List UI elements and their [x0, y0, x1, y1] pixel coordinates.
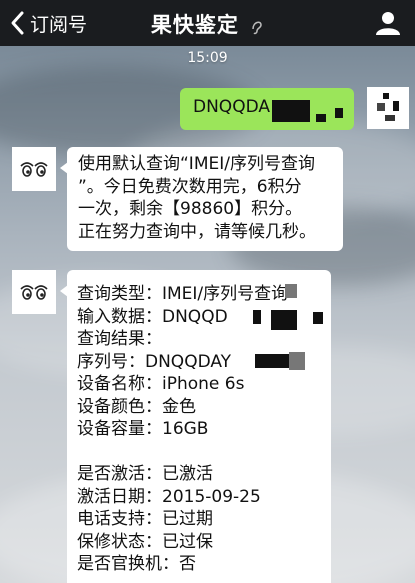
redaction-mark — [253, 310, 261, 324]
outgoing-message-text: DNQQDA — [193, 97, 270, 117]
message-line: 正在努力查询中，请等候几秒。 — [78, 221, 316, 242]
redaction-mark — [272, 100, 310, 122]
user-profile-icon[interactable] — [375, 10, 401, 36]
redaction-mark — [335, 108, 343, 118]
owl-eyes-icon — [20, 285, 48, 300]
result-activated: 是否激活：已激活 — [77, 464, 213, 484]
user-avatar[interactable] — [367, 87, 409, 129]
result-device-color: 设备颜色：金色 — [77, 396, 196, 417]
owl-eyes-icon — [20, 162, 48, 177]
result-official-replacement: 是否官换机：否 — [77, 554, 196, 574]
bot-avatar[interactable] — [12, 147, 56, 191]
result-warranty-status: 保修状态：已过保 — [77, 531, 213, 552]
result-activation-date: 激活日期：2015-09-25 — [77, 486, 261, 507]
redaction-mark — [313, 312, 323, 324]
message-line: ”。今日免费次数用完，6积分 — [78, 176, 302, 197]
page-title-text: 果快鉴定 — [150, 13, 239, 37]
incoming-message-bubble[interactable]: 使用默认查询“IMEI/序列号查询 ”。今日免费次数用完，6积分 一次，剩余【9… — [67, 147, 343, 251]
top-bar: 订阅号 果快鉴定 — [0, 0, 415, 46]
redaction-mark — [289, 352, 305, 370]
earpiece-mode-icon — [252, 21, 262, 35]
message-line: 一次，剩余【98860】积分。 — [78, 199, 303, 219]
redaction-mark — [255, 354, 289, 368]
redaction-mark — [316, 114, 326, 122]
bot-avatar[interactable] — [12, 270, 56, 314]
page-title: 果快鉴定 — [0, 9, 415, 39]
result-device-capacity: 设备容量：16GB — [77, 419, 209, 439]
redaction-mark — [285, 284, 297, 298]
message-line: 使用默认查询“IMEI/序列号查询 — [78, 154, 315, 174]
redaction-mark — [271, 310, 297, 330]
result-label: 查询结果： — [77, 329, 162, 349]
message-timestamp: 15:09 — [187, 50, 228, 66]
result-device-name: 设备名称：iPhone 6s — [77, 374, 245, 394]
incoming-result-bubble[interactable]: 查询类型：IMEI/序列号查询 输入数据：DNQQD 查询结果： 序列号：DNQ… — [67, 270, 331, 583]
result-phone-support: 电话支持：已过期 — [77, 509, 213, 529]
outgoing-message-bubble[interactable]: DNQQDA — [180, 88, 354, 130]
